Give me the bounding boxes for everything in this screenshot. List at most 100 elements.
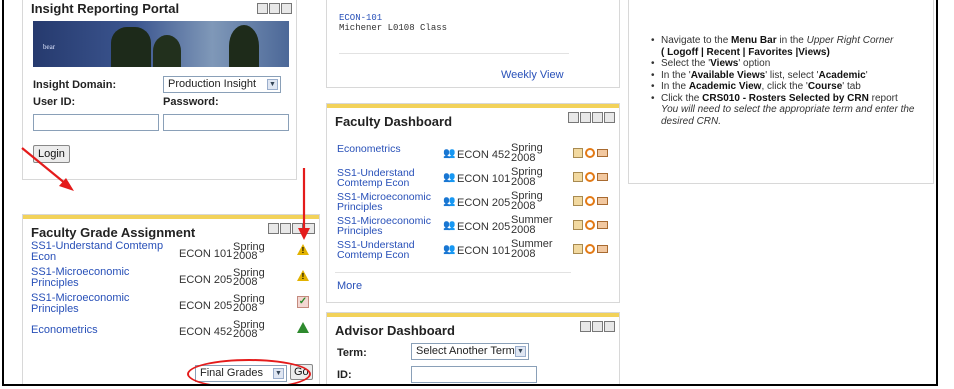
mail-icon[interactable] (597, 173, 608, 181)
year-label: 2008 (511, 248, 536, 260)
clock-icon[interactable] (585, 172, 595, 182)
people-icon: 👥 (443, 196, 456, 207)
help-icon[interactable] (292, 223, 303, 234)
year-label: 2008 (233, 328, 258, 340)
course-code: ECON 101 (179, 248, 233, 260)
edit-icon[interactable] (257, 3, 268, 14)
instructions-portlet: Navigate to the Menu Bar in the Upper Ri… (628, 0, 934, 184)
table-row: SS1-Microeconomic Principles (31, 293, 171, 315)
faculty-dashboard-portlet: Faculty Dashboard More Econometrics 👥 ECON… (326, 103, 620, 303)
year-label: 2008 (511, 176, 536, 188)
close-icon[interactable] (304, 223, 315, 234)
term-select[interactable]: Select Another Term ▼ (411, 343, 529, 360)
login-button[interactable]: Login (33, 145, 70, 163)
instruction-step: In the Academic View, click the 'Course'… (651, 81, 927, 93)
mail-icon[interactable] (597, 221, 608, 229)
banner-image: bear (33, 21, 289, 67)
password-label: Password: (163, 96, 219, 108)
course-title-link[interactable]: Econometrics (31, 324, 98, 336)
course-code: ECON 205 (457, 197, 511, 209)
course-code: ECON 101 (457, 245, 511, 257)
course-title-link[interactable]: SS1-Understand Comtemp Econ (31, 240, 163, 263)
close-icon[interactable] (281, 3, 292, 14)
schedule-portlet: ECON-101 Michener L0108 Class Weekly Vie… (326, 0, 620, 88)
divider (339, 53, 569, 54)
id-label: ID: (337, 369, 352, 381)
grid-icon[interactable] (573, 244, 583, 254)
course-code: ECON 205 (179, 300, 233, 312)
mail-icon[interactable] (597, 197, 608, 205)
table-row: Econometrics (31, 325, 171, 336)
instruction-step: Click the CRS010 - Rosters Selected by C… (651, 93, 927, 105)
clock-icon[interactable] (585, 148, 595, 158)
advisor-dashboard-portlet: Advisor Dashboard Term: Select Another T… (326, 312, 620, 384)
chevron-down-icon: ▼ (515, 346, 526, 357)
people-icon: 👥 (443, 172, 456, 183)
clock-icon[interactable] (585, 244, 595, 254)
green-triangle-icon[interactable] (297, 322, 309, 333)
course-code: ECON 101 (457, 173, 511, 185)
portlet-title: Insight Reporting Portal (31, 1, 180, 16)
divider (335, 272, 571, 273)
edit-icon[interactable] (568, 112, 579, 123)
mail-icon[interactable] (597, 245, 608, 253)
checked-icon[interactable]: ✓ (297, 296, 309, 308)
maximize-icon[interactable] (269, 3, 280, 14)
instruction-step: Navigate to the Menu Bar in the Upper Ri… (651, 35, 927, 58)
grid-icon[interactable] (573, 220, 583, 230)
clock-icon[interactable] (585, 220, 595, 230)
course-title-link[interactable]: SS1-Microeconomic Principles (31, 266, 129, 289)
instruction-note: You will need to select the appropriate … (661, 104, 915, 127)
banner-logo-text: bear (43, 43, 56, 51)
course-title-link[interactable]: SS1-Microeconomic Principles (337, 216, 437, 237)
schedule-course[interactable]: ECON-101 (339, 13, 382, 23)
grid-icon[interactable] (573, 172, 583, 182)
course-code: ECON 205 (179, 274, 233, 286)
maximize-icon[interactable] (280, 223, 291, 234)
maximize-icon[interactable] (580, 112, 591, 123)
term-label: Term: (337, 347, 367, 359)
year-label: 2008 (511, 152, 536, 164)
grid-icon[interactable] (573, 196, 583, 206)
year-label: 2008 (233, 276, 258, 288)
close-icon[interactable] (604, 321, 615, 332)
year-label: 2008 (511, 200, 536, 212)
chevron-down-icon: ▼ (267, 79, 278, 90)
close-icon[interactable] (604, 112, 615, 123)
portlet-controls (580, 321, 615, 332)
grid-icon[interactable] (573, 148, 583, 158)
edit-icon[interactable] (580, 321, 591, 332)
portlet-controls (257, 3, 292, 14)
course-title-link[interactable]: SS1-Understand Comtemp Econ (337, 240, 437, 261)
instruction-step: In the 'Available Views' list, select 'A… (651, 70, 927, 82)
course-title-link[interactable]: SS1-Microeconomic Principles (337, 192, 437, 213)
course-title-link[interactable]: Econometrics (337, 144, 437, 155)
insight-domain-select[interactable]: Production Insight ▼ (163, 76, 281, 93)
table-row: SS1-Understand Comtemp Econ (31, 241, 171, 263)
portal-login-portlet: Insight Reporting Portal bear Insight Do… (22, 0, 297, 180)
year-label: 2008 (233, 250, 258, 262)
more-link[interactable]: More (337, 280, 362, 292)
instructions-content: Navigate to the Menu Bar in the Upper Ri… (651, 35, 927, 127)
mail-icon[interactable] (597, 149, 608, 157)
help-icon[interactable] (592, 112, 603, 123)
course-title-link[interactable]: SS1-Microeconomic Principles (31, 292, 129, 315)
password-input[interactable] (163, 114, 289, 131)
course-code: ECON 452 (179, 326, 233, 338)
people-icon: 👥 (443, 244, 456, 255)
year-label: 2008 (233, 302, 258, 314)
portlet-controls (568, 112, 615, 123)
course-title-link[interactable]: SS1-Understand Comtemp Econ (337, 168, 437, 189)
weekly-view-link[interactable]: Weekly View (501, 69, 564, 81)
year-label: 2008 (511, 224, 536, 236)
clock-icon[interactable] (585, 196, 595, 206)
id-input[interactable] (411, 366, 537, 383)
edit-icon[interactable] (268, 223, 279, 234)
schedule-location: Michener L0108 Class (339, 23, 448, 33)
insight-domain-label: Insight Domain: (33, 79, 117, 91)
user-id-input[interactable] (33, 114, 159, 131)
user-id-label: User ID: (33, 96, 76, 108)
help-icon[interactable] (592, 321, 603, 332)
people-icon: 👥 (443, 148, 456, 159)
insight-domain-value: Production Insight (168, 78, 257, 90)
